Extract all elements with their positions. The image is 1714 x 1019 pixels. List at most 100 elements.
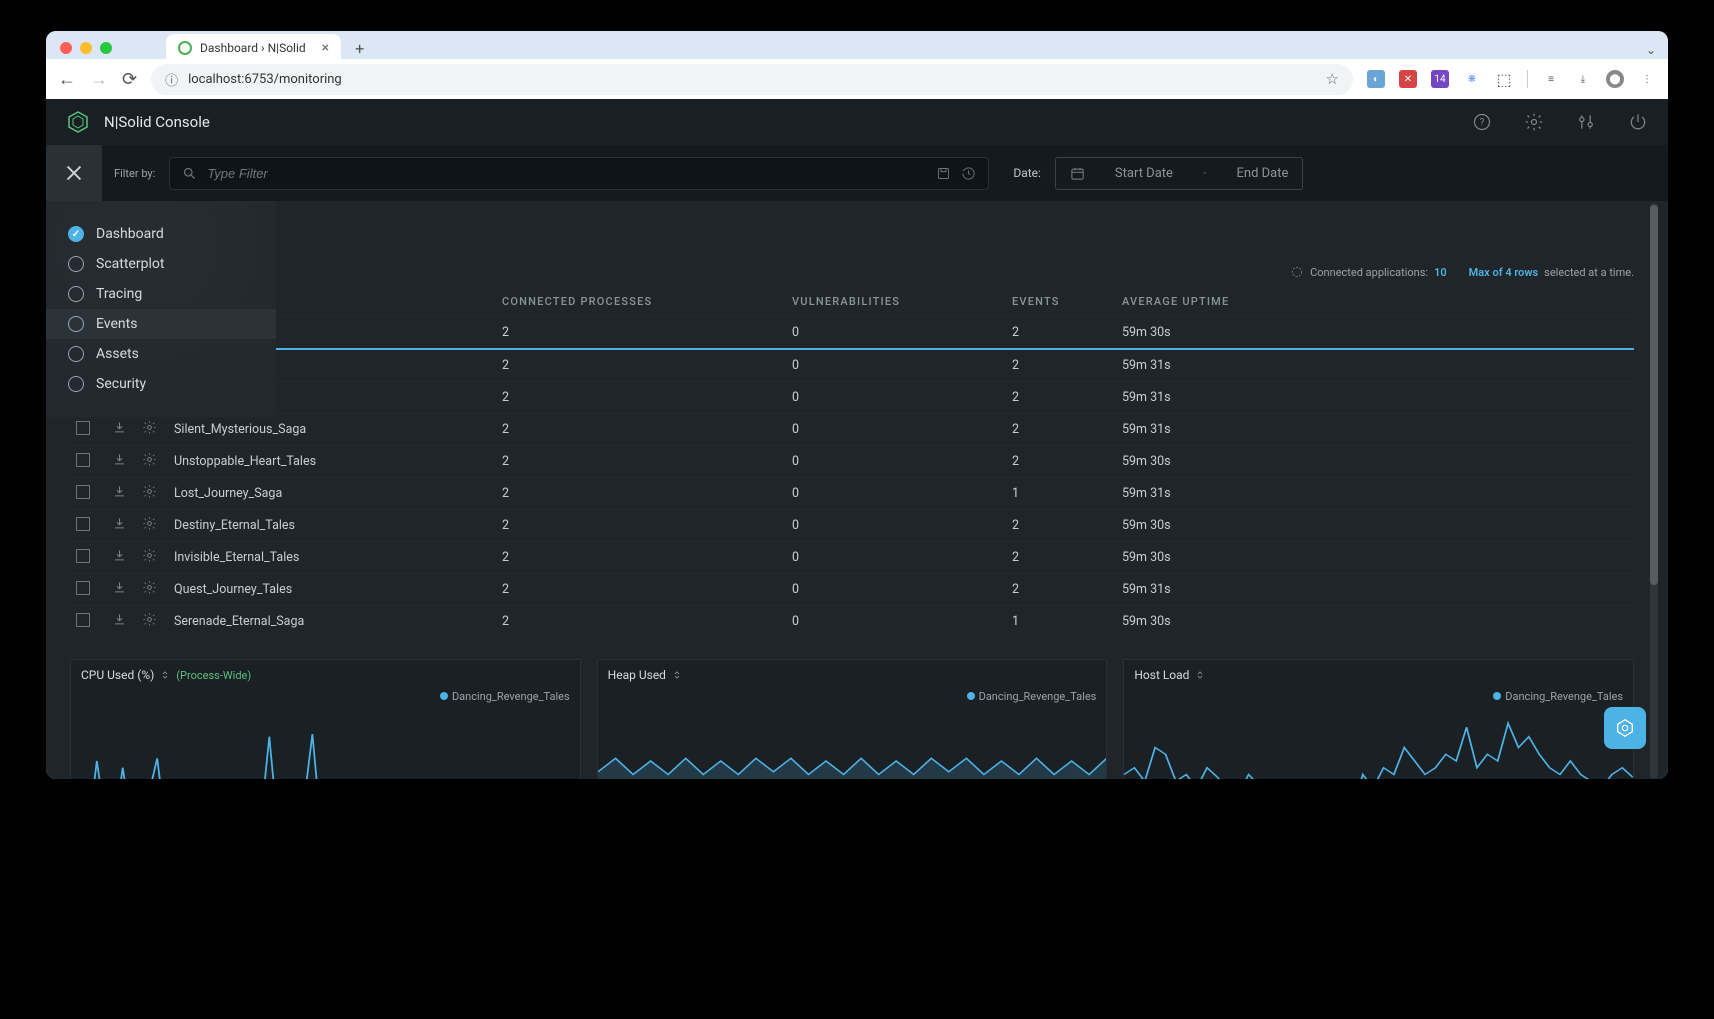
download-icon[interactable] (112, 580, 127, 595)
forward-button[interactable]: → (90, 69, 108, 90)
host-chart-canvas[interactable] (1124, 707, 1633, 779)
row-checkbox[interactable] (76, 549, 90, 563)
close-icon (63, 162, 85, 184)
extensions-menu-icon[interactable]: ⬚ (1495, 70, 1513, 88)
chat-widget-button[interactable] (1604, 707, 1646, 749)
downloads-icon[interactable]: ⤓ (1574, 70, 1592, 88)
row-processes: 2 (496, 414, 786, 446)
column-vulnerabilities-header[interactable]: VULNERABILITIES (786, 287, 1006, 317)
tabs-dropdown-icon[interactable]: ⌄ (1646, 43, 1656, 57)
gear-icon[interactable] (142, 516, 157, 531)
download-icon[interactable] (112, 484, 127, 499)
history-icon[interactable] (961, 166, 976, 181)
extension-icon[interactable]: ✕ (1399, 70, 1417, 88)
nav-item-events[interactable]: Events (46, 309, 276, 339)
download-icon[interactable] (112, 612, 127, 627)
row-processes: 2 (496, 574, 786, 606)
row-events: 2 (1006, 446, 1116, 478)
reload-button[interactable]: ⟳ (122, 69, 137, 90)
table-row[interactable]: Unstoppable_Heart_Tales20259m 30s (70, 446, 1634, 478)
gear-icon[interactable] (142, 452, 157, 467)
row-name: Unstoppable_Heart_Tales (166, 446, 496, 478)
back-button[interactable]: ← (58, 69, 76, 90)
url-text: localhost:6753/monitoring (188, 72, 342, 87)
row-checkbox[interactable] (76, 581, 90, 595)
table-row[interactable]: 20259m 31s (70, 382, 1634, 414)
reading-list-icon[interactable]: ≡ (1542, 70, 1560, 88)
column-uptime-header[interactable]: AVERAGE UPTIME (1116, 287, 1634, 317)
nav-item-label: Scatterplot (96, 256, 164, 272)
row-checkbox[interactable] (76, 421, 90, 435)
gear-icon[interactable] (142, 548, 157, 563)
table-row[interactable]: Destiny_Eternal_Tales20259m 30s (70, 510, 1634, 542)
download-icon[interactable] (112, 548, 127, 563)
extension-icon[interactable]: ❋ (1463, 70, 1481, 88)
power-icon[interactable] (1628, 112, 1648, 132)
extension-badge-icon[interactable]: 14 (1431, 70, 1449, 88)
nav-menu: Dashboard Scatterplot Tracing Events AssetsS… (46, 201, 276, 417)
vertical-scrollbar[interactable] (1650, 203, 1658, 779)
new-tab-button[interactable]: + (355, 39, 364, 58)
table-row[interactable]: es20259m 30s (70, 317, 1634, 350)
window-minimize-button[interactable] (80, 42, 92, 54)
nav-item-dashboard[interactable]: Dashboard (46, 219, 276, 249)
row-checkbox[interactable] (76, 485, 90, 499)
gear-icon[interactable] (142, 420, 157, 435)
date-range-picker[interactable]: Start Date - End Date (1055, 157, 1303, 190)
row-checkbox[interactable] (76, 613, 90, 627)
table-row[interactable]: Serenade_Eternal_Saga20159m 30s (70, 606, 1634, 638)
download-icon[interactable] (112, 452, 127, 467)
nav-toggle-button[interactable] (46, 145, 102, 201)
table-row[interactable]: Invisible_Eternal_Tales20259m 30s (70, 542, 1634, 574)
chat-hex-icon (1614, 717, 1636, 739)
bookmark-star-icon[interactable]: ☆ (1326, 70, 1339, 88)
max-rows-label: Max of 4 rows (1469, 266, 1539, 279)
gear-icon[interactable] (142, 580, 157, 595)
table-row[interactable]: Lost_Journey_Saga20159m 31s (70, 478, 1634, 510)
gear-icon[interactable] (142, 484, 157, 499)
download-icon[interactable] (112, 420, 127, 435)
row-checkbox[interactable] (76, 453, 90, 467)
save-filter-icon[interactable] (936, 166, 951, 181)
site-info-icon[interactable]: ⓘ (165, 70, 178, 89)
nav-item-tracing[interactable]: Tracing (46, 279, 276, 309)
gear-icon[interactable] (142, 612, 157, 627)
sort-icon[interactable] (1195, 670, 1205, 680)
row-name: Silent_Mysterious_Saga (166, 414, 496, 446)
cpu-chart-canvas[interactable] (71, 707, 580, 779)
table-row[interactable]: 20259m 31s (70, 349, 1634, 382)
row-uptime: 59m 30s (1116, 317, 1634, 350)
nav-item-security[interactable]: Security (46, 369, 276, 399)
window-maximize-button[interactable] (100, 42, 112, 54)
column-processes-header[interactable]: CONNECTED PROCESSES (496, 287, 786, 317)
filter-input[interactable] (207, 166, 926, 181)
row-uptime: 59m 31s (1116, 349, 1634, 382)
charts-row: CPU Used (%)(Process-Wide) Dancing_Reven… (70, 659, 1634, 779)
heap-chart: Heap Used Dancing_Revenge_Tales (597, 659, 1108, 779)
nav-item-assets[interactable]: Assets (46, 339, 276, 369)
nav-item-scatterplot[interactable]: Scatterplot (46, 249, 276, 279)
column-events-header[interactable]: EVENTS (1006, 287, 1116, 317)
tab-close-icon[interactable]: × (322, 40, 329, 56)
heap-chart-canvas[interactable] (598, 707, 1107, 779)
download-icon[interactable] (112, 516, 127, 531)
help-icon[interactable]: ? (1472, 112, 1492, 132)
profile-avatar-icon[interactable]: ⬤ (1606, 70, 1624, 88)
browser-menu-icon[interactable]: ⋮ (1638, 70, 1656, 88)
radio-icon (68, 226, 84, 242)
scrollbar-thumb[interactable] (1650, 205, 1658, 585)
browser-tab[interactable]: Dashboard › N|Solid × (166, 34, 341, 62)
row-vulnerabilities: 0 (786, 382, 1006, 414)
settings-icon[interactable] (1524, 112, 1544, 132)
table-row[interactable]: Silent_Mysterious_Saga20259m 31s (70, 414, 1634, 446)
url-input[interactable]: ⓘ localhost:6753/monitoring ☆ (151, 64, 1353, 95)
nav-item-label: Events (96, 316, 137, 332)
table-row[interactable]: Quest_Journey_Tales20259m 31s (70, 574, 1634, 606)
extension-icon[interactable]: ◐ (1367, 70, 1385, 88)
sort-icon[interactable] (672, 670, 682, 680)
row-checkbox[interactable] (76, 517, 90, 531)
window-close-button[interactable] (60, 42, 72, 54)
row-vulnerabilities: 0 (786, 349, 1006, 382)
sort-icon[interactable] (160, 670, 170, 680)
sliders-icon[interactable] (1576, 112, 1596, 132)
